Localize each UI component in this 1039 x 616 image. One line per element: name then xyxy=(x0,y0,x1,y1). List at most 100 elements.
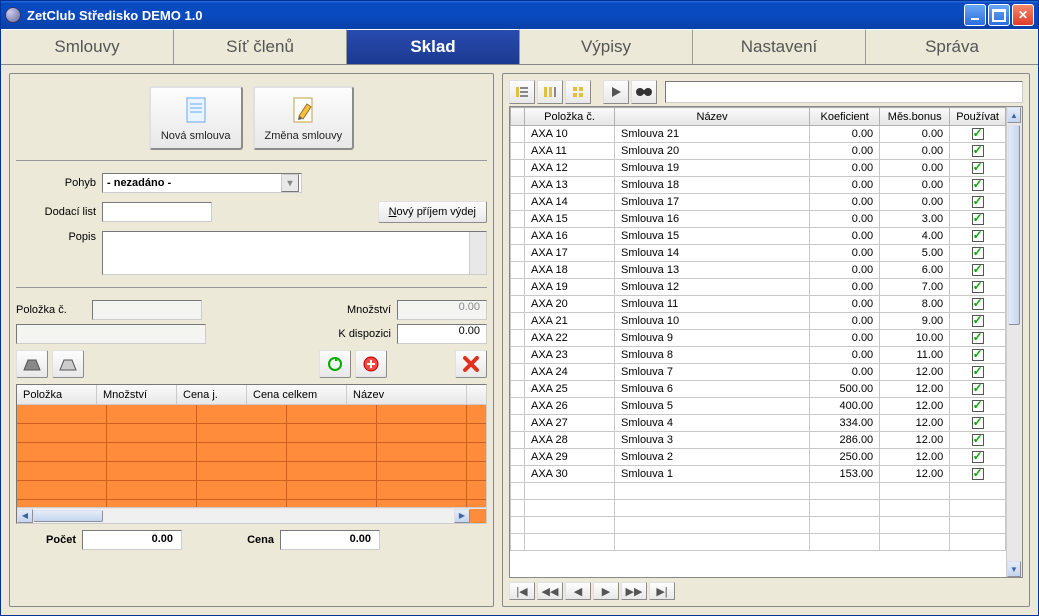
cell-use[interactable] xyxy=(950,449,1006,466)
scroll-down-icon[interactable]: ▼ xyxy=(1007,561,1021,577)
table-row[interactable]: AXA 15Smlouva 160.003.00 xyxy=(511,211,1006,228)
recycle-button[interactable] xyxy=(319,350,351,378)
nav-last-button[interactable]: ▶| xyxy=(649,582,675,600)
view-list2-button[interactable] xyxy=(537,80,563,104)
novy-prijem-button[interactable]: Nový příjem výdej xyxy=(378,201,487,223)
table-row[interactable]: AXA 16Smlouva 150.004.00 xyxy=(511,228,1006,245)
delete-button[interactable] xyxy=(455,350,487,378)
nav-nextpage-button[interactable]: ▶▶ xyxy=(621,582,647,600)
checkbox-icon[interactable] xyxy=(972,468,984,480)
checkbox-icon[interactable] xyxy=(972,128,984,140)
tab-nastaven-[interactable]: Nastavení xyxy=(693,29,866,64)
table-row[interactable]: AXA 13Smlouva 180.000.00 xyxy=(511,177,1006,194)
table-row[interactable]: AXA 12Smlouva 190.000.00 xyxy=(511,160,1006,177)
binoculars-button[interactable] xyxy=(631,80,657,104)
pohyb-combo[interactable]: - nezadáno - xyxy=(102,173,302,193)
nav-next-button[interactable]: ▶ xyxy=(593,582,619,600)
mini-col-header[interactable]: Název xyxy=(347,385,467,404)
checkbox-icon[interactable] xyxy=(972,264,984,276)
items-grid[interactable]: PoložkaMnožstvíCena j.Cena celkemNázev ◀… xyxy=(16,384,487,524)
play-button[interactable] xyxy=(603,80,629,104)
checkbox-icon[interactable] xyxy=(972,213,984,225)
table-row[interactable]: AXA 30Smlouva 1153.0012.00 xyxy=(511,466,1006,483)
items-hscroll[interactable]: ◀ ▶ xyxy=(17,507,486,523)
add-red-button[interactable] xyxy=(355,350,387,378)
table-row[interactable]: AXA 27Smlouva 4334.0012.00 xyxy=(511,415,1006,432)
scroll-left-icon[interactable]: ◀ xyxy=(17,509,33,523)
table-row[interactable]: AXA 20Smlouva 110.008.00 xyxy=(511,296,1006,313)
nav-first-button[interactable]: |◀ xyxy=(509,582,535,600)
close-button[interactable] xyxy=(1012,4,1034,26)
cell-use[interactable] xyxy=(950,398,1006,415)
cell-use[interactable] xyxy=(950,211,1006,228)
tab-s-len-[interactable]: Síť členů xyxy=(174,29,347,64)
minimize-button[interactable] xyxy=(964,4,986,26)
cell-use[interactable] xyxy=(950,381,1006,398)
table-row[interactable]: AXA 10Smlouva 210.000.00 xyxy=(511,126,1006,143)
checkbox-icon[interactable] xyxy=(972,383,984,395)
cell-use[interactable] xyxy=(950,143,1006,160)
cell-use[interactable] xyxy=(950,262,1006,279)
hscroll-thumb[interactable] xyxy=(33,510,103,522)
table-row[interactable]: AXA 17Smlouva 140.005.00 xyxy=(511,245,1006,262)
edit-contract-button[interactable]: Změna smlouvy xyxy=(253,86,355,150)
checkbox-icon[interactable] xyxy=(972,417,984,429)
table-row[interactable]: AXA 22Smlouva 90.0010.00 xyxy=(511,330,1006,347)
table-row[interactable]: AXA 18Smlouva 130.006.00 xyxy=(511,262,1006,279)
vscroll-thumb[interactable] xyxy=(1008,125,1020,325)
grid-col-header[interactable]: Položka č. xyxy=(525,108,615,126)
table-row[interactable]: AXA 26Smlouva 5400.0012.00 xyxy=(511,398,1006,415)
cell-use[interactable] xyxy=(950,313,1006,330)
grid-vscroll[interactable]: ▲ ▼ xyxy=(1006,107,1022,577)
table-row[interactable]: AXA 19Smlouva 120.007.00 xyxy=(511,279,1006,296)
checkbox-icon[interactable] xyxy=(972,315,984,327)
tab-smlouvy[interactable]: Smlouvy xyxy=(1,29,174,64)
dodaci-input[interactable] xyxy=(102,202,212,222)
checkbox-icon[interactable] xyxy=(972,179,984,191)
table-row[interactable]: AXA 29Smlouva 2250.0012.00 xyxy=(511,449,1006,466)
catalog-grid[interactable]: Položka č.NázevKoeficientMěs.bonusPoužív… xyxy=(509,106,1023,578)
tab-v-pisy[interactable]: Výpisy xyxy=(520,29,693,64)
scroll-right-icon[interactable]: ▶ xyxy=(454,509,470,523)
checkbox-icon[interactable] xyxy=(972,281,984,293)
polozka-input[interactable] xyxy=(92,300,202,320)
grid-col-header[interactable]: Používat xyxy=(950,108,1006,126)
cell-use[interactable] xyxy=(950,160,1006,177)
view-grid-button[interactable] xyxy=(565,80,591,104)
mini-col-header[interactable]: Množství xyxy=(97,385,177,404)
cell-use[interactable] xyxy=(950,330,1006,347)
cell-use[interactable] xyxy=(950,126,1006,143)
checkbox-icon[interactable] xyxy=(972,162,984,174)
nav-prevpage-button[interactable]: ◀◀ xyxy=(537,582,563,600)
cell-use[interactable] xyxy=(950,194,1006,211)
checkbox-icon[interactable] xyxy=(972,366,984,378)
checkbox-icon[interactable] xyxy=(972,400,984,412)
search-input[interactable] xyxy=(665,81,1023,103)
item-name-input[interactable] xyxy=(16,324,206,344)
mini-col-header[interactable]: Cena j. xyxy=(177,385,247,404)
checkbox-icon[interactable] xyxy=(972,434,984,446)
maximize-button[interactable] xyxy=(988,4,1010,26)
table-row[interactable]: AXA 14Smlouva 170.000.00 xyxy=(511,194,1006,211)
cell-use[interactable] xyxy=(950,177,1006,194)
cell-use[interactable] xyxy=(950,245,1006,262)
cell-use[interactable] xyxy=(950,432,1006,449)
cell-use[interactable] xyxy=(950,296,1006,313)
cell-use[interactable] xyxy=(950,228,1006,245)
grid-col-header[interactable]: Koeficient xyxy=(810,108,880,126)
checkbox-icon[interactable] xyxy=(972,451,984,463)
cell-use[interactable] xyxy=(950,415,1006,432)
view-list1-button[interactable] xyxy=(509,80,535,104)
checkbox-icon[interactable] xyxy=(972,332,984,344)
checkbox-icon[interactable] xyxy=(972,247,984,259)
mini-col-header[interactable]: Položka xyxy=(17,385,97,404)
checkbox-icon[interactable] xyxy=(972,349,984,361)
checkbox-icon[interactable] xyxy=(972,298,984,310)
tab-spr-va[interactable]: Správa xyxy=(866,29,1038,64)
table-row[interactable]: AXA 21Smlouva 100.009.00 xyxy=(511,313,1006,330)
table-row[interactable]: AXA 23Smlouva 80.0011.00 xyxy=(511,347,1006,364)
cell-use[interactable] xyxy=(950,279,1006,296)
checkbox-icon[interactable] xyxy=(972,230,984,242)
scanner-out-button[interactable] xyxy=(52,350,84,378)
new-contract-button[interactable]: Nová smlouva xyxy=(149,86,243,150)
